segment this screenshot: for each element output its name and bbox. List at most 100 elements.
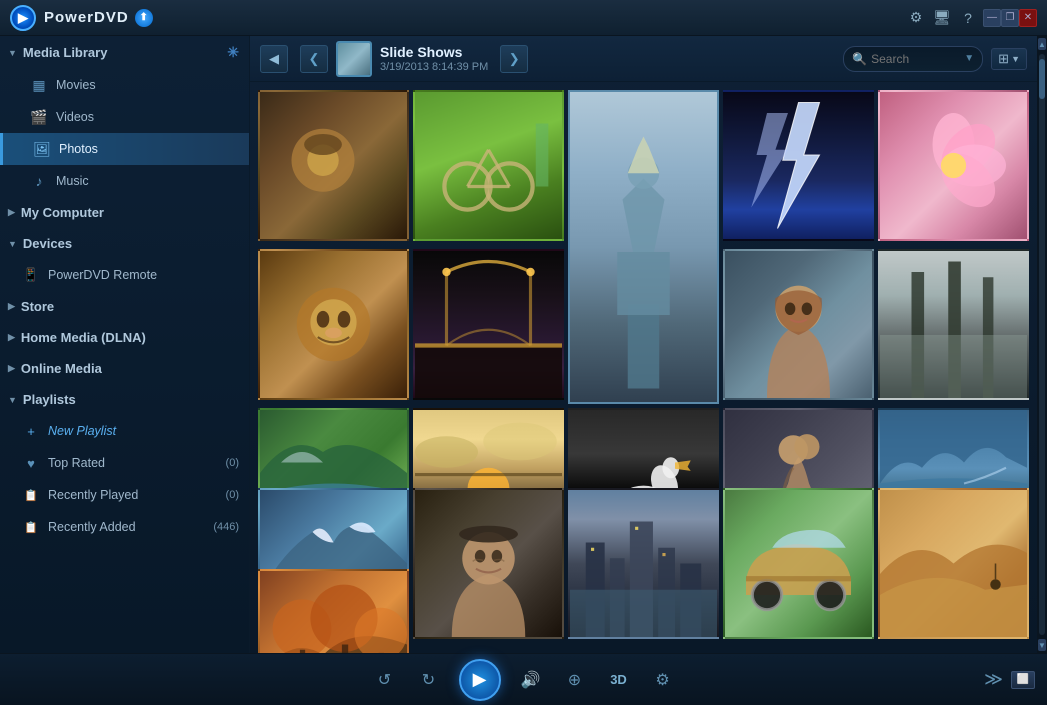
help-button[interactable]: ? [957, 7, 979, 29]
online-media-header[interactable]: ▶ Online Media [0, 353, 249, 384]
remote-icon: 📱 [22, 266, 40, 284]
online-media-section: ▶ Online Media [0, 353, 249, 384]
expand-button[interactable]: ≫ [984, 669, 1003, 690]
home-media-arrow: ▶ [8, 332, 15, 343]
photo-item[interactable] [258, 569, 409, 654]
content-toolbar: ◀ ❮ Slide Shows 3/19/2013 8:14:39 PM ❯ 🔍… [250, 36, 1037, 82]
sidebar-item-music[interactable]: ♪ Music [0, 165, 249, 197]
photo-item[interactable] [258, 90, 409, 241]
photo-item[interactable] [258, 249, 409, 400]
back-button[interactable]: ◀ [260, 45, 288, 73]
photos-icon: 🖼 [33, 140, 51, 158]
my-computer-label: My Computer [21, 205, 104, 220]
photo-item[interactable] [878, 488, 1029, 639]
search-input[interactable] [871, 52, 960, 66]
volume-button[interactable]: 🔊 [517, 666, 545, 694]
search-box: 🔍 ▼ [843, 46, 983, 72]
sidebar-item-movies[interactable]: ▦ Movies [0, 69, 249, 101]
close-button[interactable]: ✕ [1019, 9, 1037, 27]
restore-button[interactable]: ❐ [1001, 9, 1019, 27]
top-rated-count: (0) [226, 457, 239, 469]
sidebar-item-powerdvd-remote[interactable]: 📱 PowerDVD Remote [0, 259, 249, 291]
search-dropdown-icon[interactable]: ▼ [964, 53, 974, 64]
titlebar: ▶ PowerDVD ⬆ ⚙ 🖥 ? — ❐ ✕ [0, 0, 1047, 36]
photo-item[interactable] [878, 249, 1029, 400]
home-media-label: Home Media (DLNA) [21, 330, 146, 345]
3d-button[interactable]: 3D [605, 666, 633, 694]
photo-item[interactable] [413, 249, 564, 400]
recently-added-label: Recently Added [48, 520, 136, 534]
play-button[interactable]: ▶ [459, 659, 501, 701]
main-layout: ▼ Media Library ✳ ▦ Movies 🎬 Videos 🖼 Ph… [0, 36, 1047, 653]
photos-label: Photos [59, 142, 98, 156]
heart-icon: ♥ [22, 454, 40, 472]
slideshow-thumbnail [336, 41, 372, 77]
devices-arrow: ▼ [8, 239, 17, 249]
powerdvd-remote-label: PowerDVD Remote [48, 268, 157, 282]
prev-button[interactable]: ❮ [300, 45, 328, 73]
sidebar-item-recently-played[interactable]: 📋 Recently Played (0) [0, 479, 249, 511]
monitor-button[interactable]: 🖥 [931, 7, 953, 29]
media-library-section: ▼ Media Library ✳ ▦ Movies 🎬 Videos 🖼 Ph… [0, 36, 249, 197]
minimize-button[interactable]: — [983, 9, 1001, 27]
photo-item[interactable] [568, 488, 719, 639]
photo-item[interactable] [878, 90, 1029, 241]
photo-item[interactable] [723, 249, 874, 400]
movies-icon: ▦ [30, 76, 48, 94]
scrollbar[interactable]: ▲ ▼ [1037, 36, 1047, 653]
recently-played-count: (0) [226, 489, 239, 501]
top-rated-label: Top Rated [48, 456, 105, 470]
photo-item[interactable] [723, 90, 874, 241]
slideshow-date: 3/19/2013 8:14:39 PM [380, 61, 488, 73]
recently-added-icon: 📋 [22, 518, 40, 536]
photo-item[interactable] [568, 90, 719, 404]
media-library-header[interactable]: ▼ Media Library ✳ [0, 36, 249, 69]
videos-icon: 🎬 [30, 108, 48, 126]
playlists-section: ▼ Playlists + New Playlist ♥ Top Rated (… [0, 384, 249, 543]
undo-button[interactable]: ↺ [371, 666, 399, 694]
devices-section: ▼ Devices 📱 PowerDVD Remote [0, 228, 249, 291]
media-library-label: Media Library [23, 45, 108, 60]
settings-button[interactable]: ⚙ [905, 7, 927, 29]
home-media-header[interactable]: ▶ Home Media (DLNA) [0, 322, 249, 353]
home-media-section: ▶ Home Media (DLNA) [0, 322, 249, 353]
app-logo: ▶ [10, 5, 36, 31]
redo-button[interactable]: ↻ [415, 666, 443, 694]
playlists-arrow: ▼ [8, 395, 17, 405]
mini-screen-button[interactable]: ⬜ [1011, 671, 1035, 689]
view-toggle-button[interactable]: ⊞ ▼ [991, 48, 1027, 70]
photo-item[interactable] [723, 488, 874, 639]
sidebar-item-photos[interactable]: 🖼 Photos [0, 133, 249, 165]
sidebar-item-recently-added[interactable]: 📋 Recently Added (446) [0, 511, 249, 543]
next-button[interactable]: ❯ [500, 45, 528, 73]
online-media-arrow: ▶ [8, 363, 15, 374]
slideshow-info: Slide Shows 3/19/2013 8:14:39 PM [380, 44, 488, 73]
playlists-header[interactable]: ▼ Playlists [0, 384, 249, 415]
my-computer-header[interactable]: ▶ My Computer [0, 197, 249, 228]
store-header[interactable]: ▶ Store [0, 291, 249, 322]
scroll-track [1039, 54, 1045, 635]
new-playlist-label: New Playlist [48, 424, 116, 438]
grid-view-icon: ⊞ [998, 51, 1009, 67]
sidebar-item-new-playlist[interactable]: + New Playlist [0, 415, 249, 447]
scroll-up-button[interactable]: ▲ [1038, 38, 1046, 50]
devices-header[interactable]: ▼ Devices [0, 228, 249, 259]
music-label: Music [56, 174, 89, 188]
eq-settings-button[interactable]: ⚙ [649, 666, 677, 694]
sidebar-item-videos[interactable]: 🎬 Videos [0, 101, 249, 133]
slideshow-thumb-image [338, 43, 370, 75]
zoom-button[interactable]: ⊕ [561, 666, 589, 694]
app-title: PowerDVD [44, 9, 129, 26]
bottom-bar: ↺ ↻ ▶ 🔊 ⊕ 3D ⚙ ≫ ⬜ [0, 653, 1047, 705]
photo-item[interactable] [413, 488, 564, 639]
music-icon: ♪ [30, 172, 48, 190]
store-arrow: ▶ [8, 301, 15, 312]
scroll-down-button[interactable]: ▼ [1038, 639, 1046, 651]
content-area: ◀ ❮ Slide Shows 3/19/2013 8:14:39 PM ❯ 🔍… [250, 36, 1037, 653]
scroll-thumb[interactable] [1039, 59, 1045, 99]
search-icon: 🔍 [852, 52, 867, 66]
update-icon[interactable]: ⬆ [135, 9, 153, 27]
bottom-right-controls: ≫ ⬜ [984, 669, 1035, 690]
sidebar-item-top-rated[interactable]: ♥ Top Rated (0) [0, 447, 249, 479]
photo-item[interactable] [413, 90, 564, 241]
